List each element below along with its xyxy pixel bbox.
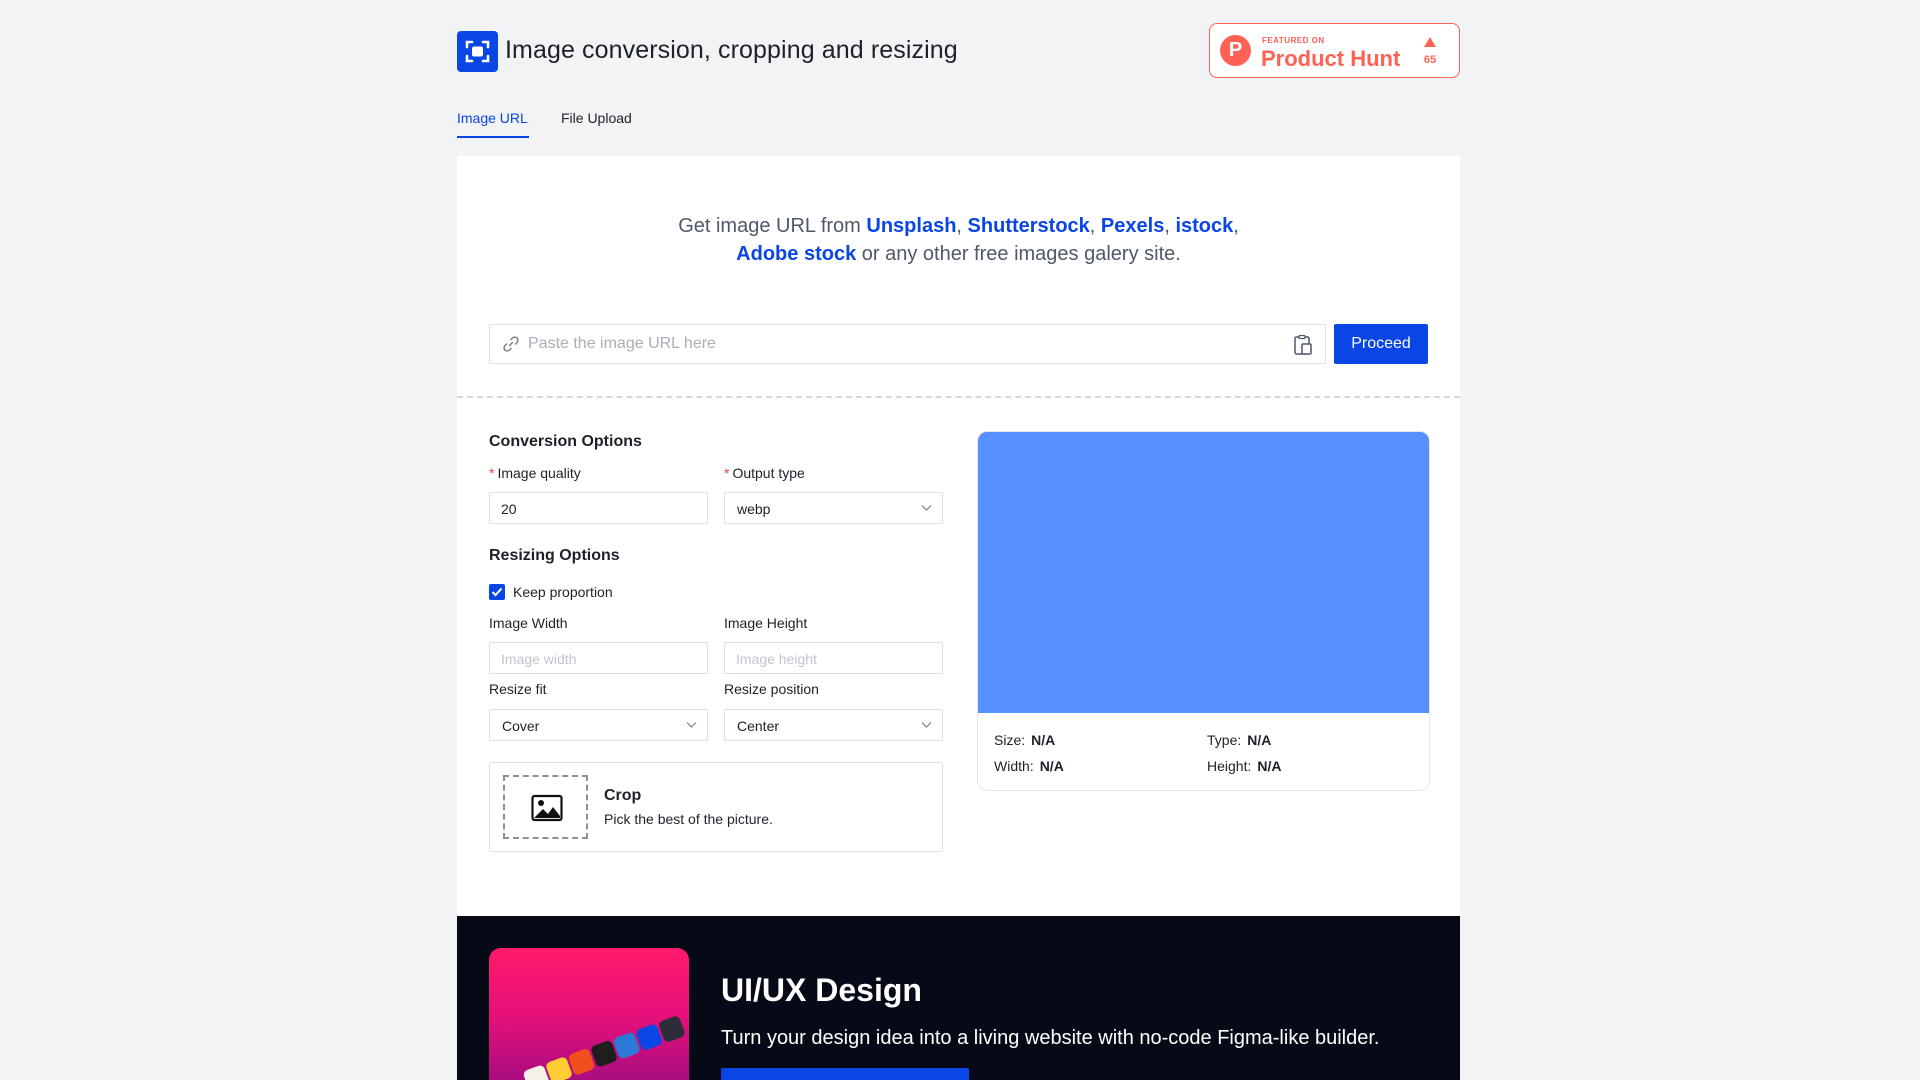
resizing-options-title: Resizing Options xyxy=(489,547,620,564)
proceed-button[interactable]: Proceed xyxy=(1334,324,1428,364)
resize-fit-select[interactable]: Cover xyxy=(489,709,708,741)
required-mark: * xyxy=(489,465,495,481)
promo-banner: UI/UX Design Turn your design idea into … xyxy=(457,916,1460,1080)
image-height-field xyxy=(724,642,943,674)
conversion-options-title: Conversion Options xyxy=(489,433,642,450)
crop-thumbnail xyxy=(503,775,588,839)
crop-description: Pick the best of the picture. xyxy=(604,811,773,827)
output-type-value: webp xyxy=(737,501,771,517)
image-preview xyxy=(978,432,1429,713)
app-logo-icon xyxy=(457,31,498,72)
url-input-wrapper xyxy=(489,324,1326,364)
type-value: N/A xyxy=(1247,732,1272,748)
width-value: N/A xyxy=(1039,758,1064,774)
crop-title: Crop xyxy=(604,787,642,804)
product-hunt-featured-text: FEATURED ON xyxy=(1262,36,1325,45)
required-mark: * xyxy=(724,465,730,481)
app-dock-illustration xyxy=(518,1000,689,1080)
tab-file-upload[interactable]: File Upload xyxy=(561,110,632,126)
promo-image xyxy=(489,948,689,1080)
upvote-arrow-icon xyxy=(1424,37,1436,47)
link-adobe-stock[interactable]: Adobe stock xyxy=(736,243,856,265)
tab-image-url[interactable]: Image URL xyxy=(457,110,528,126)
link-unsplash[interactable]: Unsplash xyxy=(866,215,956,237)
resize-position-select[interactable]: Center xyxy=(724,709,943,741)
crop-option-card[interactable]: Crop Pick the best of the picture. xyxy=(489,762,943,852)
link-icon xyxy=(503,336,519,352)
chevron-down-icon xyxy=(686,722,697,728)
link-istock[interactable]: istock xyxy=(1175,215,1233,237)
resize-fit-label: Resize fit xyxy=(489,681,547,697)
width-meta: Width: N/A xyxy=(994,758,1064,774)
page: Image conversion, cropping and resizing … xyxy=(457,0,1460,1080)
clipboard-paste-icon[interactable] xyxy=(1293,334,1313,356)
chevron-down-icon xyxy=(921,722,932,728)
intro-text: Get image URL from Unsplash, Shutterstoc… xyxy=(678,215,1239,265)
size-value: N/A xyxy=(1031,732,1056,748)
image-url-input[interactable] xyxy=(528,331,1268,357)
header: Image conversion, cropping and resizing … xyxy=(457,0,1460,100)
image-quality-field xyxy=(489,492,708,524)
main-card: Get image URL from Unsplash, Shutterstoc… xyxy=(457,156,1460,916)
promo-title: UI/UX Design xyxy=(721,972,922,1008)
image-height-label: Image Height xyxy=(724,615,808,631)
link-shutterstock[interactable]: Shutterstock xyxy=(968,215,1090,237)
resize-position-label: Resize position xyxy=(724,681,819,697)
active-tab-indicator xyxy=(457,136,529,138)
upvote-count: 65 xyxy=(1423,54,1437,66)
page-title: Image conversion, cropping and resizing xyxy=(505,36,958,64)
product-hunt-name: Product Hunt xyxy=(1261,46,1401,71)
output-type-select[interactable]: webp xyxy=(724,492,943,524)
product-hunt-logo-icon: P xyxy=(1220,35,1251,66)
image-icon xyxy=(531,794,563,822)
chevron-down-icon xyxy=(921,505,932,511)
checkmark-icon xyxy=(491,587,503,597)
image-width-input[interactable] xyxy=(501,649,696,669)
resize-fit-value: Cover xyxy=(502,718,540,734)
promo-subtitle: Turn your design idea into a living webs… xyxy=(721,1027,1380,1049)
promo-cta-button[interactable] xyxy=(721,1068,969,1080)
product-hunt-badge[interactable]: P FEATURED ON Product Hunt 65 xyxy=(1209,23,1460,78)
keep-proportion-checkbox[interactable] xyxy=(489,584,505,600)
image-height-input[interactable] xyxy=(736,649,931,669)
type-meta: Type: N/A xyxy=(1207,732,1272,748)
resize-position-value: Center xyxy=(737,718,780,734)
image-quality-label: * Image quality xyxy=(489,465,581,481)
image-width-field xyxy=(489,642,708,674)
height-value: N/A xyxy=(1257,758,1282,774)
image-width-label: Image Width xyxy=(489,615,568,631)
height-meta: Height: N/A xyxy=(1207,758,1282,774)
image-quality-input[interactable] xyxy=(501,499,696,519)
keep-proportion-label: Keep proportion xyxy=(513,584,613,600)
section-divider xyxy=(457,396,1460,398)
output-type-label: * Output type xyxy=(724,465,805,481)
link-pexels[interactable]: Pexels xyxy=(1101,215,1164,237)
size-meta: Size: N/A xyxy=(994,732,1056,748)
preview-panel: Size: N/A Type: N/A Width: N/A Height: N/A xyxy=(977,431,1430,791)
